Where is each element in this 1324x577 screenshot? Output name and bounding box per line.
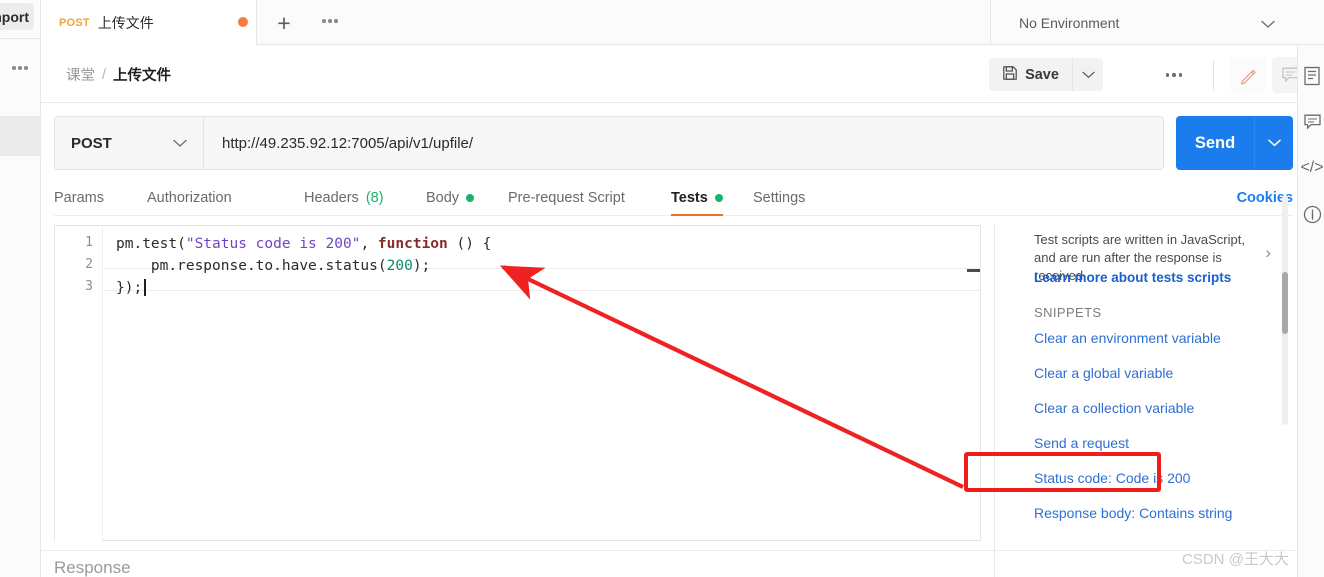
tab-authorization[interactable]: Authorization [147, 179, 232, 216]
tab-label: Body [426, 189, 460, 206]
tab-label: Tests [671, 189, 708, 206]
chevron-down-icon [173, 135, 187, 152]
send-dropdown-button[interactable] [1254, 116, 1293, 170]
snippet-item[interactable]: Clear an environment variable [1034, 330, 1221, 346]
code-token: pm.test( [116, 236, 186, 252]
tab-method-label: POST [59, 16, 90, 29]
snippet-item[interactable]: Send a request [1034, 435, 1129, 451]
response-section-label: Response [54, 558, 131, 577]
editor-gutter: 1 2 3 [55, 226, 103, 542]
left-sidebar: Import [0, 0, 41, 577]
code-token: }); [116, 280, 143, 296]
divider [994, 225, 995, 577]
import-button[interactable]: Import [0, 3, 34, 30]
text-caret [144, 279, 146, 296]
sidebar-more-icon[interactable] [6, 61, 34, 75]
code-token-keyword: function [377, 236, 448, 252]
code-token: ); [412, 258, 431, 274]
right-sidebar: </> [1297, 45, 1324, 577]
environment-selector[interactable]: No Environment [1003, 0, 1293, 45]
divider [990, 0, 991, 45]
request-builder: POST http://49.235.92.12:7005/api/v1/upf… [41, 103, 1297, 577]
request-tab-active[interactable]: POST 上传文件 [41, 0, 257, 45]
tab-label: Params [54, 189, 104, 206]
breadcrumb-separator: / [102, 66, 107, 83]
divider [1213, 60, 1214, 90]
code-token-number: 200 [386, 258, 413, 274]
status-dot-icon [466, 193, 475, 202]
tab-title-label: 上传文件 [97, 14, 154, 31]
code-line-3: }); [116, 277, 142, 299]
line-number: 1 [85, 235, 93, 250]
tab-params[interactable]: Params [54, 179, 104, 216]
document-icon[interactable] [1301, 65, 1323, 87]
annotation-highlight-box [964, 452, 1161, 492]
plus-icon[interactable]: + [269, 8, 299, 38]
divider [0, 38, 41, 39]
save-label: Save [1025, 66, 1059, 83]
snippets-scrollbar-thumb[interactable] [1282, 272, 1288, 334]
tab-label: Settings [753, 189, 806, 206]
divider [41, 550, 1297, 551]
save-dropdown-button[interactable] [1072, 58, 1103, 91]
floppy-disk-icon [1002, 65, 1018, 85]
code-line-2: pm.response.to.have.status(200); [116, 255, 430, 277]
status-dot-icon [714, 193, 723, 202]
tab-label: Authorization [147, 189, 232, 206]
snippet-item[interactable]: Clear a global variable [1034, 365, 1173, 381]
breadcrumb-current: 上传文件 [113, 68, 172, 84]
editor-scrollbar[interactable] [967, 269, 980, 272]
pencil-icon[interactable] [1230, 57, 1266, 93]
send-button[interactable]: Send [1176, 116, 1254, 170]
code-icon[interactable]: </> [1300, 157, 1323, 179]
breadcrumb: 课堂 / 上传文件 [66, 64, 171, 85]
code-line-1: pm.test("Status code is 200", function (… [116, 233, 491, 255]
info-icon[interactable] [1301, 203, 1323, 225]
request-more-icon[interactable] [1160, 69, 1188, 81]
method-selector[interactable]: POST [54, 116, 204, 170]
chevron-right-icon[interactable]: › [1265, 243, 1271, 263]
tab-tests[interactable]: Tests [671, 179, 723, 216]
url-row: POST http://49.235.92.12:7005/api/v1/upf… [54, 116, 1293, 170]
breadcrumb-parent[interactable]: 课堂 [66, 64, 95, 85]
line-number: 3 [85, 279, 93, 294]
url-input[interactable]: http://49.235.92.12:7005/api/v1/upfile/ [204, 116, 1164, 170]
chevron-down-icon [1261, 16, 1275, 32]
save-button[interactable]: Save [989, 58, 1072, 91]
tabstrip-ellipsis-icon[interactable] [316, 10, 344, 32]
snippets-section-title: SNIPPETS [1034, 305, 1102, 320]
snippets-panel: Test scripts are written in JavaScript, … [994, 225, 1293, 577]
snippet-item[interactable]: Response body: Contains string [1034, 505, 1232, 521]
watermark: CSDN @王大大 [1182, 551, 1289, 568]
editor-code[interactable]: pm.test("Status code is 200", function (… [103, 226, 980, 542]
comment-icon[interactable] [1301, 111, 1323, 133]
code-token: pm.response.to.have.status( [116, 258, 387, 274]
method-label: POST [71, 134, 112, 152]
request-tabs: Params Authorization Headers (8) Body Pr… [54, 179, 1293, 216]
learn-more-link[interactable]: Learn more about tests scripts [1034, 270, 1231, 285]
breadcrumb-bar: 课堂 / 上传文件 Save [41, 45, 1308, 103]
sidebar-selected-row[interactable] [0, 116, 41, 156]
tab-strip: POST 上传文件 + No Environment [41, 0, 1324, 45]
postman-window: Import POST 上传文件 + No Environment 课堂 / 上… [0, 0, 1324, 577]
tab-settings[interactable]: Settings [753, 179, 805, 216]
line-number: 2 [85, 257, 93, 272]
tab-body[interactable]: Body [426, 179, 475, 216]
unsaved-dot-icon [238, 17, 248, 27]
code-token: , [360, 236, 378, 252]
tab-label: Pre-request Script [508, 189, 625, 206]
tab-label: Headers [304, 189, 359, 206]
tab-headers[interactable]: Headers (8) [304, 179, 384, 216]
tab-pre-request-script[interactable]: Pre-request Script [508, 179, 625, 216]
code-token: () { [447, 236, 492, 252]
environment-value: No Environment [1019, 14, 1120, 31]
snippet-item[interactable]: Clear a collection variable [1034, 400, 1194, 416]
tab-badge: (8) [365, 189, 384, 206]
tests-script-editor[interactable]: 1 2 3 pm.test("Status code is 200", func… [54, 225, 981, 542]
code-token-string: "Status code is 200" [185, 236, 361, 252]
